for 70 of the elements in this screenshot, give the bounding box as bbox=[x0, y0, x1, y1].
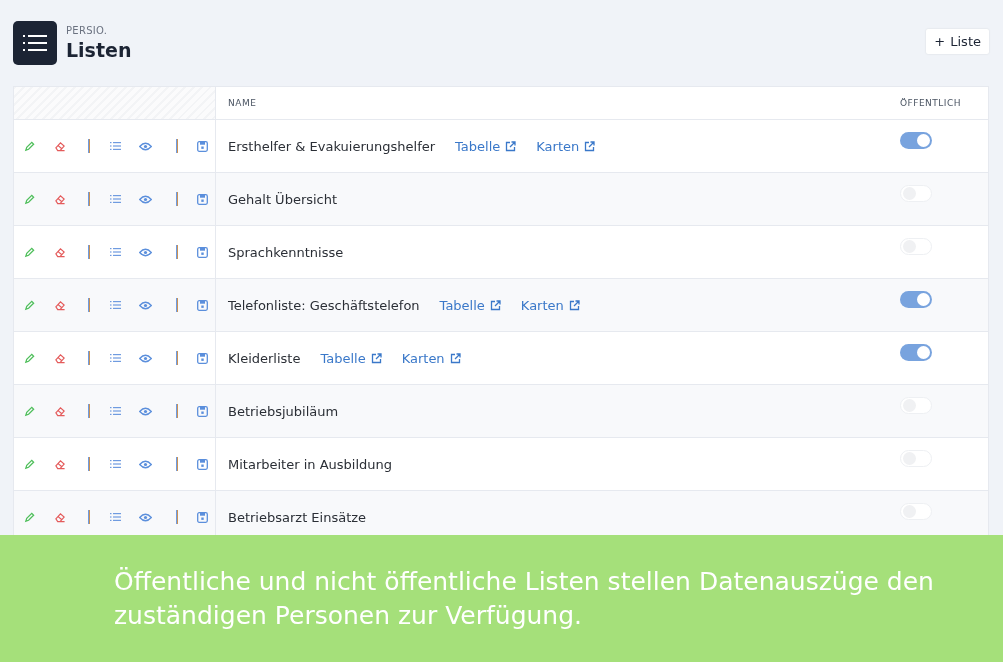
pencil-icon[interactable] bbox=[23, 511, 35, 523]
pencil-icon[interactable] bbox=[23, 352, 35, 364]
eraser-icon[interactable] bbox=[54, 299, 67, 311]
list-name: Gehalt Übersicht bbox=[228, 191, 338, 207]
pencil-icon[interactable] bbox=[23, 193, 35, 205]
save-icon[interactable] bbox=[197, 140, 209, 152]
brand-label: PERSIO. bbox=[66, 25, 109, 36]
list-icon[interactable] bbox=[109, 406, 121, 416]
save-icon[interactable] bbox=[197, 299, 209, 311]
list-name: Betriebsjubiläum bbox=[228, 403, 339, 419]
list-icon[interactable] bbox=[109, 247, 121, 257]
list-icon[interactable] bbox=[109, 141, 121, 151]
save-icon[interactable] bbox=[197, 193, 209, 205]
save-icon[interactable] bbox=[197, 405, 209, 417]
eraser-icon[interactable] bbox=[54, 246, 67, 258]
save-icon[interactable] bbox=[197, 511, 209, 523]
caption-text: Öffentliche und nicht öffentliche Listen stellen Datenauszüge den zuständigen Personen zur Verfügung. bbox=[114, 565, 935, 632]
external-link-icon bbox=[370, 352, 382, 364]
eye-icon[interactable] bbox=[138, 512, 152, 522]
external-link[interactable]: Tabelle bbox=[439, 297, 501, 313]
pencil-icon[interactable] bbox=[23, 299, 35, 311]
eye-icon[interactable] bbox=[138, 353, 152, 363]
save-icon[interactable] bbox=[197, 246, 209, 258]
list-icon bbox=[23, 33, 47, 53]
list-icon[interactable] bbox=[109, 459, 121, 469]
external-link[interactable]: Tabelle bbox=[455, 138, 517, 154]
save-icon[interactable] bbox=[197, 352, 209, 364]
eye-icon[interactable] bbox=[138, 247, 152, 257]
list-icon[interactable] bbox=[109, 300, 121, 310]
add-list-button[interactable]: + Liste bbox=[926, 29, 989, 54]
eye-icon[interactable] bbox=[138, 300, 152, 310]
list-icon[interactable] bbox=[109, 512, 121, 522]
list-name: Sprachkenntnisse bbox=[228, 244, 344, 260]
external-link-icon bbox=[584, 140, 596, 152]
column-header: NAME bbox=[228, 98, 257, 108]
external-link[interactable]: Karten bbox=[536, 138, 596, 154]
external-link-icon bbox=[489, 299, 501, 311]
eye-icon[interactable] bbox=[138, 459, 152, 469]
list-name: Betriebsarzt Einsätze bbox=[228, 509, 367, 525]
eraser-icon[interactable] bbox=[54, 458, 67, 470]
list-name: Mitarbeiter in Ausbildung bbox=[228, 456, 393, 472]
pencil-icon[interactable] bbox=[23, 458, 35, 470]
save-icon[interactable] bbox=[197, 458, 209, 470]
page-title: Listen bbox=[66, 39, 132, 61]
column-header: ÖFFENTLICH bbox=[900, 98, 962, 108]
eye-icon[interactable] bbox=[138, 141, 152, 151]
eye-icon[interactable] bbox=[138, 194, 152, 204]
external-link-icon bbox=[505, 140, 517, 152]
eye-icon[interactable] bbox=[138, 406, 152, 416]
external-link[interactable]: Karten bbox=[401, 350, 461, 366]
eraser-icon[interactable] bbox=[54, 405, 67, 417]
eraser-icon[interactable] bbox=[54, 140, 67, 152]
list-name: Ersthelfer & Evakuierungshelfer bbox=[228, 138, 436, 154]
external-link[interactable]: Tabelle bbox=[320, 350, 382, 366]
external-link-icon bbox=[568, 299, 580, 311]
eraser-icon[interactable] bbox=[54, 511, 67, 523]
list-name: Kleiderliste bbox=[228, 350, 301, 366]
public-toggle[interactable] bbox=[900, 131, 932, 149]
eraser-icon[interactable] bbox=[54, 352, 67, 364]
external-link[interactable]: Karten bbox=[520, 297, 580, 313]
list-icon[interactable] bbox=[109, 194, 121, 204]
public-toggle[interactable] bbox=[900, 343, 932, 361]
external-link-icon bbox=[449, 352, 461, 364]
list-name: Telefonliste: Geschäftstelefon bbox=[228, 297, 420, 313]
pencil-icon[interactable] bbox=[23, 246, 35, 258]
eraser-icon[interactable] bbox=[54, 193, 67, 205]
pencil-icon[interactable] bbox=[23, 140, 35, 152]
pencil-icon[interactable] bbox=[23, 405, 35, 417]
public-toggle[interactable] bbox=[900, 290, 932, 308]
list-icon[interactable] bbox=[109, 353, 121, 363]
